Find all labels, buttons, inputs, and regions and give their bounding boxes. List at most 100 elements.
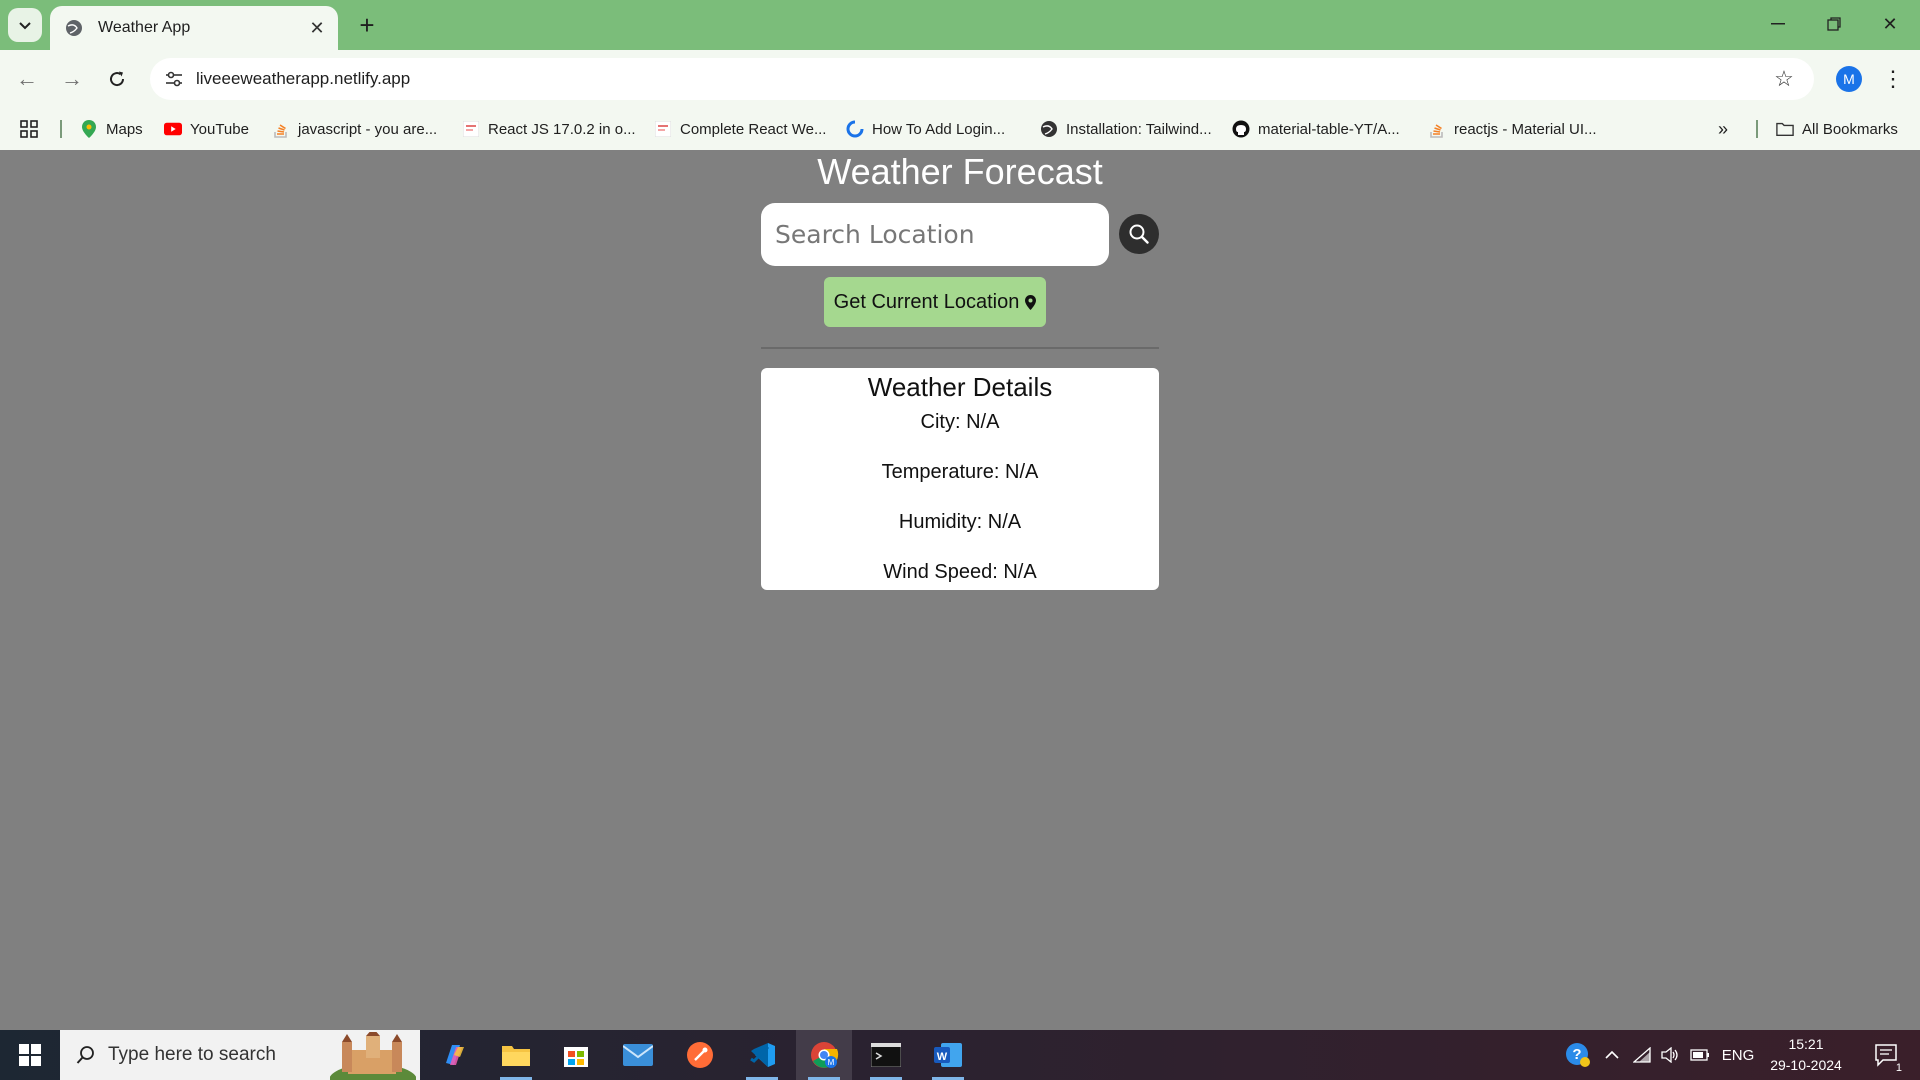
stackoverflow-icon <box>1428 120 1446 138</box>
word-app[interactable]: W <box>920 1030 976 1080</box>
page-viewport: Weather Forecast Get Current Location We… <box>0 150 1920 1030</box>
more-bookmarks-chevron-icon[interactable]: » <box>1718 117 1728 141</box>
postman-icon <box>687 1042 713 1068</box>
bookmark-separator <box>60 120 62 138</box>
globe-icon <box>64 18 84 38</box>
location-button-label: Get Current Location <box>833 290 1020 313</box>
search-location-input[interactable] <box>761 203 1109 266</box>
language-indicator[interactable]: ENG <box>1718 1030 1758 1080</box>
forward-arrow-icon[interactable]: → <box>55 62 89 96</box>
microsoft-store-app[interactable] <box>548 1030 604 1080</box>
bookmark-material-table[interactable]: material-table-YT/A... <box>1232 117 1400 141</box>
chrome-icon: M <box>811 1042 839 1068</box>
youtube-icon <box>164 120 182 138</box>
bookmark-react-js[interactable]: React JS 17.0.2 in o... <box>462 117 636 141</box>
folder-icon <box>1776 120 1794 138</box>
battery-icon[interactable] <box>1688 1030 1712 1080</box>
url-text: liveeeweatherapp.netlify.app <box>196 69 411 88</box>
bookmark-maps[interactable]: Maps <box>80 117 143 141</box>
vscode-icon <box>750 1043 775 1067</box>
search-icon <box>1129 224 1149 244</box>
show-hidden-icons-chevron-icon[interactable] <box>1600 1030 1624 1080</box>
volume-icon[interactable] <box>1658 1030 1682 1080</box>
windows-taskbar: Type here to search M W ? ENG 15:21 29-1… <box>0 1030 1920 1080</box>
browser-tab-active[interactable]: Weather App ✕ <box>50 6 338 50</box>
clock-time: 15:21 <box>1788 1036 1824 1052</box>
globe-icon <box>1040 120 1058 138</box>
minimize-icon[interactable] <box>1750 4 1806 44</box>
weather-details-heading: Weather Details <box>867 372 1053 402</box>
new-tab-button[interactable]: + <box>352 10 382 40</box>
browser-toolbar: ← → liveeeweatherapp.netlify.app ☆ M ⋮ <box>0 50 1920 108</box>
weather-details-card: Weather Details City: N/A Temperature: N… <box>761 368 1159 590</box>
bookmark-separator <box>1756 120 1758 138</box>
word-icon: W <box>934 1043 962 1067</box>
bookmark-youtube[interactable]: YouTube <box>164 117 249 141</box>
bookmark-stackoverflow-2[interactable]: reactjs - Material UI... <box>1428 117 1597 141</box>
bookmark-star-icon[interactable]: ☆ <box>1770 65 1798 93</box>
maps-pin-icon <box>80 120 98 138</box>
more-menu-icon[interactable]: ⋮ <box>1878 62 1908 96</box>
address-bar[interactable]: liveeeweatherapp.netlify.app ☆ <box>150 58 1814 100</box>
copilot-icon <box>446 1045 464 1065</box>
network-icon[interactable] <box>1630 1030 1654 1080</box>
clock-date: 29-10-2024 <box>1770 1057 1842 1073</box>
get-current-location-button[interactable]: Get Current Location <box>824 277 1046 327</box>
tab-title: Weather App <box>98 19 191 36</box>
stackoverflow-icon <box>272 120 290 138</box>
restore-icon[interactable] <box>1806 4 1862 44</box>
temperature-value: Temperature: N/A <box>881 461 1039 483</box>
site-settings-icon[interactable] <box>158 63 190 95</box>
taskbar-clock[interactable]: 15:21 29-10-2024 <box>1766 1034 1846 1076</box>
svg-text:W: W <box>937 1051 948 1063</box>
apps-grid-icon[interactable] <box>20 117 38 141</box>
notification-center-button[interactable]: 1 <box>1866 1030 1906 1080</box>
github-icon <box>1232 120 1250 138</box>
folder-icon <box>502 1046 530 1066</box>
bookmark-complete-react[interactable]: Complete React We... <box>654 117 826 141</box>
all-bookmarks[interactable]: All Bookmarks <box>1776 117 1898 141</box>
windows-logo-icon <box>19 1044 41 1066</box>
taskbar-search-placeholder: Type here to search <box>108 1044 276 1065</box>
copilot-app[interactable] <box>426 1030 482 1080</box>
bookmark-installation-tailwind[interactable]: Installation: Tailwind... <box>1040 117 1212 141</box>
file-explorer-app[interactable] <box>488 1030 544 1080</box>
page-title: Weather Forecast <box>817 151 1103 192</box>
notification-count: 1 <box>1895 1062 1902 1074</box>
taskbar-search-box[interactable]: Type here to search <box>60 1030 420 1080</box>
bookmark-stackoverflow-1[interactable]: javascript - you are... <box>272 117 437 141</box>
loop-icon <box>846 120 864 138</box>
section-divider <box>761 347 1159 349</box>
vscode-app[interactable] <box>734 1030 790 1080</box>
castle-illustration-icon <box>330 1032 416 1080</box>
chrome-app[interactable]: M <box>796 1030 852 1080</box>
humidity-value: Humidity: N/A <box>898 511 1022 533</box>
reload-icon[interactable] <box>100 62 134 96</box>
profile-avatar[interactable]: M <box>1836 66 1862 92</box>
mail-icon <box>623 1044 653 1066</box>
wind-speed-value: Wind Speed: N/A <box>883 561 1037 583</box>
svg-text:M: M <box>828 1058 835 1067</box>
close-tab-icon[interactable]: ✕ <box>302 13 332 43</box>
terminal-app[interactable] <box>858 1030 914 1080</box>
page-icon <box>462 120 480 138</box>
city-value: City: N/A <box>920 411 1000 433</box>
svg-text:?: ? <box>1572 1046 1581 1063</box>
search-button[interactable] <box>1119 214 1159 254</box>
notification-icon <box>1875 1044 1897 1067</box>
terminal-icon <box>871 1043 901 1067</box>
page-icon <box>654 120 672 138</box>
tab-search-button[interactable] <box>8 8 42 42</box>
back-arrow-icon[interactable]: ← <box>10 62 44 96</box>
store-icon <box>564 1047 588 1067</box>
search-icon <box>76 1046 94 1064</box>
windows-start-button[interactable] <box>0 1030 60 1080</box>
bookmarks-bar: Maps YouTube javascript - you are... Rea… <box>0 108 1920 150</box>
help-icon[interactable]: ? <box>1560 1030 1596 1080</box>
mail-app[interactable] <box>610 1030 666 1080</box>
location-pin-icon <box>1025 294 1037 310</box>
close-window-icon[interactable]: ✕ <box>1862 4 1918 44</box>
bookmark-how-to-add-login[interactable]: How To Add Login... <box>846 117 1005 141</box>
chevron-down-icon <box>19 22 31 30</box>
postman-app[interactable] <box>672 1030 728 1080</box>
